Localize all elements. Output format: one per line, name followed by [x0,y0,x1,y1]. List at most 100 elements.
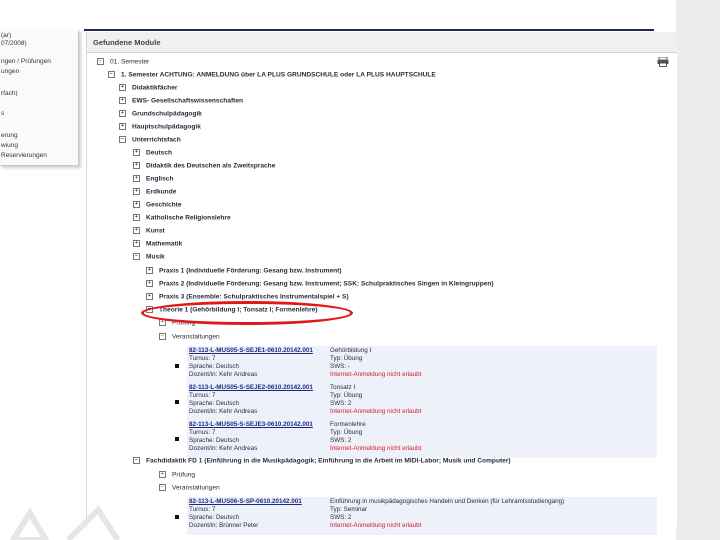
watermark-logo [9,505,121,540]
expand-icon[interactable]: + [133,214,140,221]
course-dozent: Dozent/in: Kehr Andreas [189,408,258,415]
course-entry[interactable]: 82-113-L-MUS05-S-SEJE1-0610.20142.001 Ge… [187,346,657,384]
course-sws: SWS: 2 [330,514,352,521]
expand-icon[interactable]: + [133,188,140,195]
collapse-icon[interactable]: − [133,253,140,260]
bullet-icon [175,364,179,368]
course-status: Internet-Anmeldung nicht erlaubt [330,522,422,529]
course-sprache: Sprache: Deutsch [189,363,240,370]
course-id-link[interactable]: 82-113-L-MUS06-S-SP-0610.20142.001 [189,498,302,505]
background-gray-area [676,0,720,540]
course-sws: SWS: 2 [330,400,352,407]
modules-panel: Gefundene Module −01. Semester −1. Semes… [86,32,677,535]
tree-node-subject[interactable]: + Mathematik [133,240,182,247]
expand-icon[interactable]: + [133,201,140,208]
tree-node-pruefung[interactable]: + Prüfung [159,471,195,478]
course-title: Tonsatz I [330,384,356,391]
course-title: Gehörbildung I [330,347,372,354]
panel-title: Gefundene Module [93,38,161,47]
course-entry[interactable]: 82-113-L-MUS05-S-SEJE2-0610.20142.001 To… [187,383,657,421]
tree-node-semester-desc[interactable]: −1. Semester ACHTUNG: ANMELDUNG über LA … [108,71,436,78]
bullet-icon [175,515,179,519]
course-id-link[interactable]: 82-113-L-MUS05-S-SEJE1-0610.20142.001 [189,347,313,354]
collapse-icon[interactable]: − [133,457,140,464]
bullet-icon [175,400,179,404]
course-id-link[interactable]: 82-113-L-MUS05-S-SEJE3-0610.20142.001 [189,421,313,428]
tree-node-subject[interactable]: + Katholische Religionslehre [133,214,231,221]
collapse-icon[interactable]: − [97,58,104,65]
bullet-icon [175,437,179,441]
expand-icon[interactable]: + [133,227,140,234]
expand-icon[interactable]: + [119,123,126,130]
course-entry[interactable]: 82-113-L-MUS06-S-SP-0610.20142.001 Einfü… [187,497,657,535]
left-nav-line[interactable]: wiung [1,142,18,149]
collapse-icon[interactable]: − [108,71,115,78]
course-dozent: Dozent/in: Brünner Peter [189,522,259,529]
expand-icon[interactable]: + [146,267,153,274]
left-nav-line[interactable]: rfach) [1,90,18,97]
course-typ: Typ: Seminar [330,506,368,513]
course-dozent: Dozent/in: Kehr Andreas [189,445,258,452]
expand-icon[interactable]: + [146,280,153,287]
tree-node-group[interactable]: + Grundschulpädagogik [119,110,202,117]
course-sprache: Sprache: Deutsch [189,437,240,444]
panel-header: Gefundene Module [87,32,677,53]
course-status: Internet-Anmeldung nicht erlaubt [330,371,422,378]
tree-node-subject[interactable]: + Geschichte [133,201,182,208]
tree-node-subject[interactable]: + Erdkunde [133,188,176,195]
left-nav-line[interactable]: (ar) [1,32,11,39]
collapse-icon[interactable]: − [119,136,126,143]
course-sprache: Sprache: Deutsch [189,514,240,521]
top-bar [84,29,654,31]
tree-node-veranstaltungen[interactable]: − Veranstaltungen [159,333,220,340]
tree-node-subject-musik[interactable]: − Musik [133,253,165,260]
course-turnus: Turnus: 7 [189,506,216,513]
expand-icon[interactable]: + [133,175,140,182]
tree-node-group[interactable]: + Hauptschulpädagogik [119,123,201,130]
expand-icon[interactable]: + [119,97,126,104]
tree-node-group[interactable]: − Unterrichtsfach [119,136,181,143]
expand-icon[interactable]: + [146,293,153,300]
tree-node-subject[interactable]: + Englisch [133,175,173,182]
course-turnus: Turnus: 7 [189,392,216,399]
tree-node-subject[interactable]: + Didaktik des Deutschen als Zweitsprache [133,162,275,169]
tree-node-module[interactable]: + Praxis 2 (Individuelle Förderung: Gesan… [146,280,494,287]
course-title: Einführung in musikpädagogisches Handeln… [330,498,565,505]
expand-icon[interactable]: + [159,471,166,478]
course-status: Internet-Anmeldung nicht erlaubt [330,408,422,415]
course-sprache: Sprache: Deutsch [189,400,240,407]
left-nav-line[interactable]: s [1,110,4,117]
print-icon[interactable] [657,57,669,67]
tree-node-veranstaltungen[interactable]: − Veranstaltungen [159,484,220,491]
course-sws: SWS: - [330,363,350,370]
tree-node-module[interactable]: + Praxis 1 (Individuelle Förderung: Gesan… [146,267,342,274]
left-nav-line[interactable]: erung [1,132,18,139]
tree-node-subject[interactable]: + Kunst [133,227,165,234]
course-id-link[interactable]: 82-113-L-MUS05-S-SEJE2-0610.20142.001 [189,384,313,391]
left-nav-line[interactable]: ngen / Prüfungen [1,58,51,65]
tree-node-fachdidaktik[interactable]: − Fachdidaktik FD 1 (Einführung in die Mu… [133,457,511,464]
expand-icon[interactable]: + [133,240,140,247]
left-nav-line[interactable]: ungen [1,68,19,75]
collapse-icon[interactable]: − [159,333,166,340]
tree-node-module[interactable]: + Praxis 3 (Ensemble: Schulpraktisches In… [146,293,349,300]
tree-node-group[interactable]: + EWS- Gesellschaftswissenschaften [119,97,243,104]
left-nav-line[interactable]: 07/2008) [1,40,27,47]
tree-node-subject[interactable]: + Deutsch [133,149,172,156]
course-dozent: Dozent/in: Kehr Andreas [189,371,258,378]
course-status: Internet-Anmeldung nicht erlaubt [330,445,422,452]
expand-icon[interactable]: + [133,149,140,156]
expand-icon[interactable]: + [133,162,140,169]
left-nav-line[interactable]: Reservierungen [1,152,47,159]
course-sws: SWS: 2 [330,437,352,444]
course-title: Formenlehre [330,421,366,428]
course-typ: Typ: Übung [330,355,363,362]
course-entry[interactable]: 82-113-L-MUS05-S-SEJE3-0610.20142.001 Fo… [187,420,657,458]
tree-node-group[interactable]: + Didaktikfächer [119,84,177,91]
course-turnus: Turnus: 7 [189,355,216,362]
expand-icon[interactable]: + [119,84,126,91]
collapse-icon[interactable]: − [159,484,166,491]
tree-node-semester[interactable]: −01. Semester [97,58,149,65]
expand-icon[interactable]: + [119,110,126,117]
course-turnus: Turnus: 7 [189,429,216,436]
